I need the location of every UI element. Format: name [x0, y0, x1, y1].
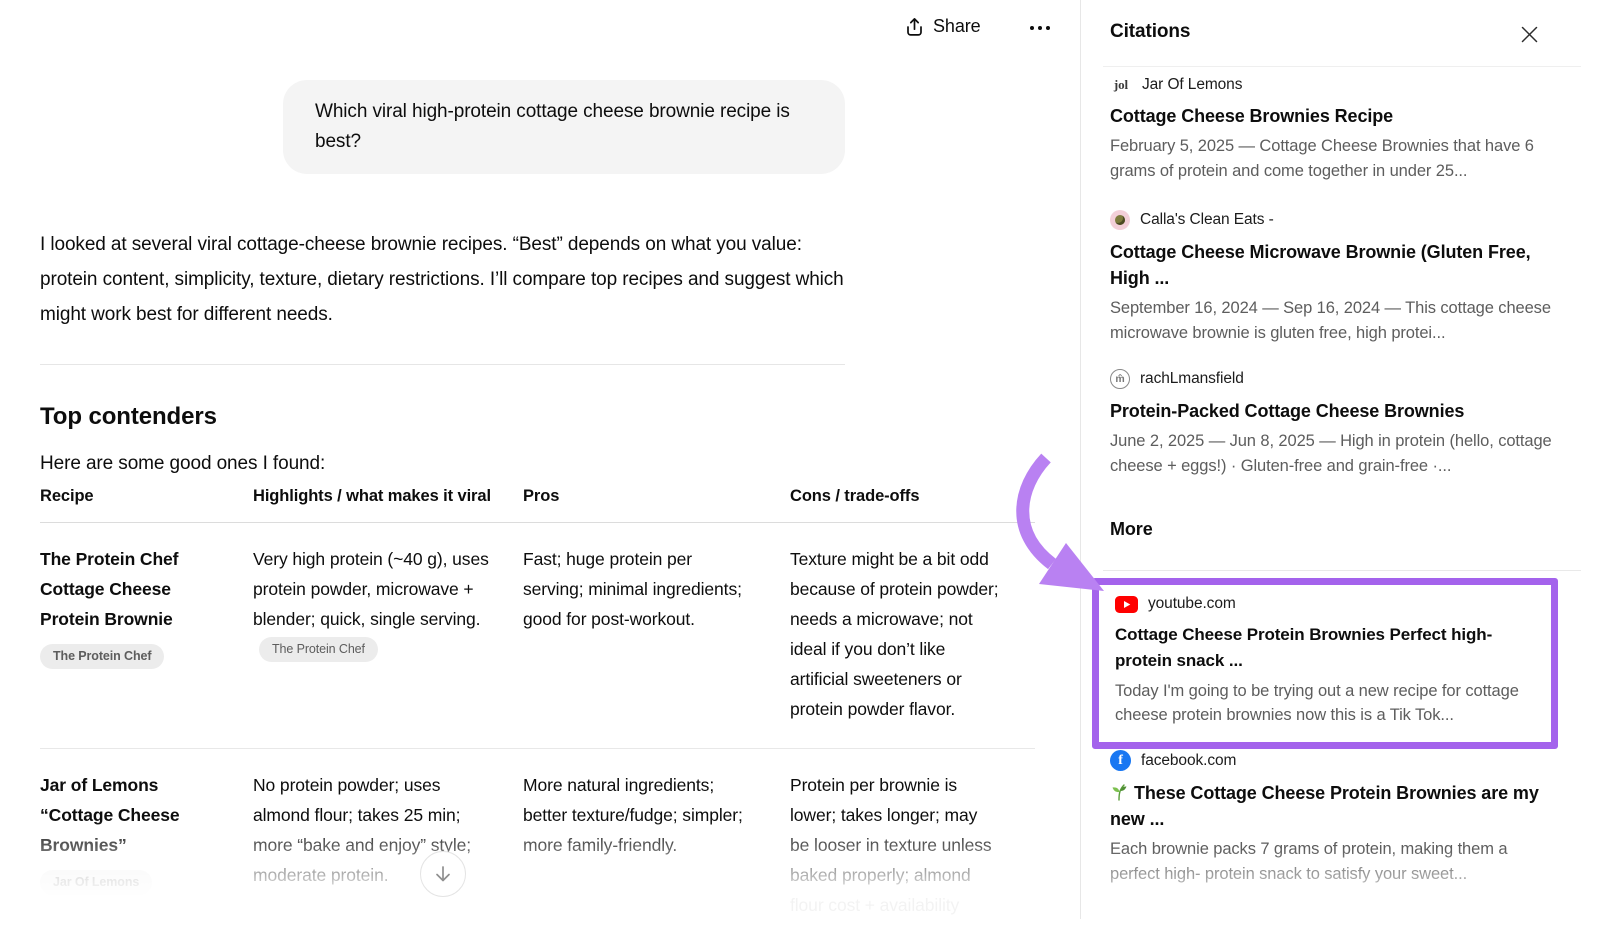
chat-topbar: Share [0, 0, 1080, 60]
citation-title: Cottage Cheese Microwave Brownie (Gluten… [1110, 239, 1557, 291]
highlights-badge[interactable]: The Protein Chef [259, 637, 378, 662]
facebook-icon: f [1110, 750, 1131, 771]
col-header-cons: Cons / trade-offs [790, 486, 1035, 523]
leaf-emoji-icon [1110, 783, 1128, 801]
table-row-2-cons: Protein per brownie is lower; takes long… [790, 749, 1035, 944]
user-message-bubble: Which viral high-protein cottage cheese … [283, 80, 845, 174]
share-button[interactable]: Share [905, 16, 981, 37]
highlights-text: Very high protein (~40 g), uses protein … [253, 549, 489, 629]
more-heading: More [1110, 519, 1153, 540]
youtube-icon [1115, 596, 1138, 613]
citation-title: Cottage Cheese Brownies Recipe [1110, 103, 1557, 129]
more-options-button[interactable] [1028, 24, 1052, 32]
citation-highlight-box[interactable]: youtube.com Cottage Cheese Protein Brown… [1092, 578, 1558, 749]
citation-source: Calla's Clean Eats - [1140, 211, 1274, 229]
callas-clean-eats-favicon [1110, 210, 1130, 230]
citation-title-text: These Cottage Cheese Protein Brownies ar… [1110, 783, 1539, 829]
citation-title: Cottage Cheese Protein Brownies Perfect … [1115, 622, 1535, 674]
scroll-down-button[interactable] [420, 851, 466, 897]
share-icon [905, 17, 924, 37]
recipe-name: Jar of Lemons “Cottage Cheese Brownies” [40, 775, 180, 855]
more-section-divider [1103, 570, 1581, 571]
jol-text-favicon: jol [1110, 77, 1132, 93]
section-heading: Top contenders [40, 403, 217, 431]
col-header-pros: Pros [523, 486, 790, 523]
citation-title: Protein-Packed Cottage Cheese Brownies [1110, 398, 1557, 424]
citation-item[interactable]: Calla's Clean Eats - Cottage Cheese Micr… [1110, 210, 1557, 346]
citation-item[interactable]: m̂ rachLmansfield Protein-Packed Cottage… [1110, 369, 1557, 479]
panel-header-divider [1103, 66, 1581, 67]
col-header-recipe: Recipe [40, 486, 253, 523]
user-message-text: Which viral high-protein cottage cheese … [315, 101, 790, 152]
section-divider [40, 364, 845, 365]
table-row-1-recipe: The Protein Chef Cottage Cheese Protein … [40, 523, 253, 749]
citation-source: Jar Of Lemons [1142, 76, 1242, 94]
contenders-table: Recipe Highlights / what makes it viral … [40, 486, 1035, 944]
table-row-2-recipe: Jar of Lemons “Cottage Cheese Brownies” … [40, 749, 253, 944]
arrow-down-icon [432, 863, 454, 885]
table-row-1-highlights: Very high protein (~40 g), uses protein … [253, 523, 523, 749]
citation-source: youtube.com [1148, 595, 1236, 613]
table-row-2-pros: More natural ingredients; better texture… [523, 749, 790, 944]
table-row-2-highlights: No protein powder; uses almond flour; ta… [253, 749, 523, 944]
recipe-name: The Protein Chef Cottage Cheese Protein … [40, 549, 178, 629]
pros-text: More natural ingredients; better texture… [523, 775, 743, 855]
cons-text: Protein per brownie is lower; takes long… [790, 775, 992, 915]
recipe-badge[interactable]: The Protein Chef [40, 644, 164, 669]
citation-source: rachLmansfield [1140, 370, 1244, 388]
close-button[interactable] [1518, 23, 1540, 45]
share-label: Share [933, 16, 981, 37]
table-row-1-cons: Texture might be a bit odd because of pr… [790, 523, 1035, 749]
citation-source: facebook.com [1141, 752, 1236, 770]
assistant-answer-text: I looked at several viral cottage-cheese… [40, 227, 848, 332]
citation-snippet: Today I'm going to be trying out a new r… [1115, 679, 1535, 727]
citation-item[interactable]: jol Jar Of Lemons Cottage Cheese Brownie… [1110, 76, 1557, 184]
citation-snippet: June 2, 2025 — Jun 8, 2025 — High in pro… [1110, 429, 1557, 479]
cons-text: Texture might be a bit odd because of pr… [790, 549, 999, 719]
citations-panel: Citations jol Jar Of Lemons Cottage Chee… [1081, 0, 1600, 919]
section-subtext: Here are some good ones I found: [40, 453, 325, 475]
rachlmansfield-favicon: m̂ [1110, 369, 1130, 389]
citation-item[interactable]: f facebook.com These Cottage Cheese Prot… [1110, 750, 1557, 887]
ellipsis-icon [1028, 24, 1052, 32]
citation-snippet: September 16, 2024 — Sep 16, 2024 — This… [1110, 296, 1557, 346]
citation-snippet: Each brownie packs 7 grams of protein, m… [1110, 837, 1557, 887]
citations-title: Citations [1110, 21, 1190, 43]
pros-text: Fast; huge protein per serving; minimal … [523, 549, 742, 629]
citation-snippet: February 5, 2025 — Cottage Cheese Browni… [1110, 134, 1557, 184]
recipe-badge[interactable]: Jar Of Lemons [40, 870, 152, 895]
table-row-1-pros: Fast; huge protein per serving; minimal … [523, 523, 790, 749]
chat-main-area: Share Which viral high-protein cottage c… [0, 0, 1080, 919]
col-header-highlights: Highlights / what makes it viral [253, 486, 523, 523]
citation-title: These Cottage Cheese Protein Brownies ar… [1110, 780, 1557, 832]
close-icon [1521, 26, 1538, 43]
